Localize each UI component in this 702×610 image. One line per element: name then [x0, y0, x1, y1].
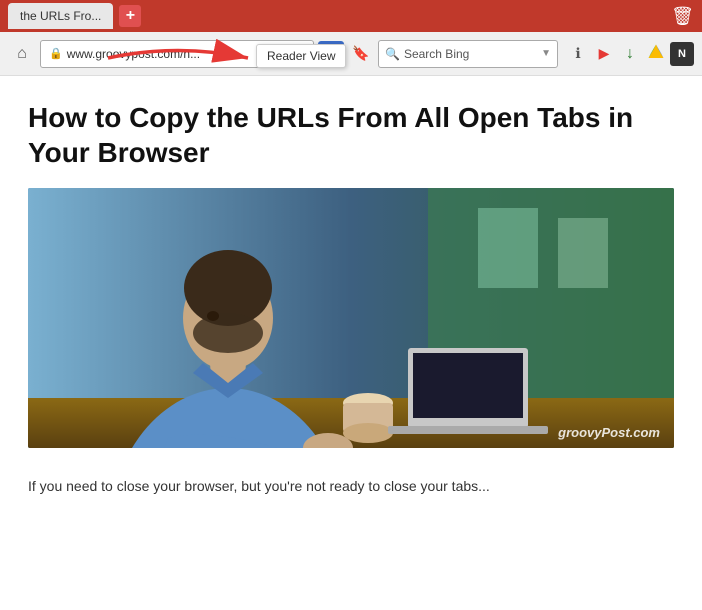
- tab-label: the URLs Fro...: [20, 9, 101, 23]
- browser-tab[interactable]: the URLs Fro...: [8, 3, 113, 29]
- url-text: www.groovypost.com/h...: [67, 47, 200, 61]
- tooltip-text: Reader View: [267, 49, 335, 63]
- toolbar-icons: ℹ ▶ ↓ N: [566, 42, 694, 66]
- bottom-text-content: If you need to close your browser, but y…: [28, 478, 490, 494]
- search-icon: 🔍: [385, 47, 400, 61]
- trash-icon: 🗑: [671, 6, 694, 26]
- search-box[interactable]: 🔍 Search Bing ▼: [378, 40, 558, 68]
- home-icon: ⌂: [17, 45, 27, 63]
- info-button[interactable]: ℹ: [566, 42, 590, 66]
- article-bottom-text: If you need to close your browser, but y…: [0, 464, 702, 497]
- notion-icon: N: [678, 48, 686, 60]
- bookmark-button[interactable]: 🔖: [348, 41, 374, 67]
- play-icon: ▶: [599, 45, 610, 62]
- play-button[interactable]: ▶: [592, 42, 616, 66]
- bookmark-icon: 🔖: [352, 45, 369, 62]
- info-icon: ℹ: [575, 45, 580, 62]
- chevron-down-icon: ▼: [541, 48, 551, 59]
- article-content: How to Copy the URLs From All Open Tabs …: [0, 76, 702, 464]
- reader-view-tooltip: Reader View: [256, 44, 346, 68]
- address-bar: ⌂ 🔒 www.groovypost.com/h... ☰ 🔖 🔍 Search…: [0, 32, 702, 76]
- drive-button[interactable]: [644, 42, 668, 66]
- title-bar: the URLs Fro... + 🗑: [0, 0, 702, 32]
- home-button[interactable]: ⌂: [8, 40, 36, 68]
- download-icon: ↓: [626, 45, 634, 63]
- download-button[interactable]: ↓: [618, 42, 642, 66]
- search-text: Search Bing: [404, 47, 537, 61]
- lock-icon: 🔒: [49, 47, 63, 60]
- close-button[interactable]: 🗑: [671, 6, 694, 27]
- new-tab-icon: +: [126, 7, 135, 25]
- article-image: groovyPost.com: [28, 188, 674, 448]
- article-image-svg: [28, 188, 674, 448]
- article-title: How to Copy the URLs From All Open Tabs …: [28, 100, 674, 170]
- new-tab-button[interactable]: +: [119, 5, 141, 27]
- image-watermark: groovyPost.com: [558, 425, 660, 440]
- drive-icon: [647, 43, 665, 64]
- notion-button[interactable]: N: [670, 42, 694, 66]
